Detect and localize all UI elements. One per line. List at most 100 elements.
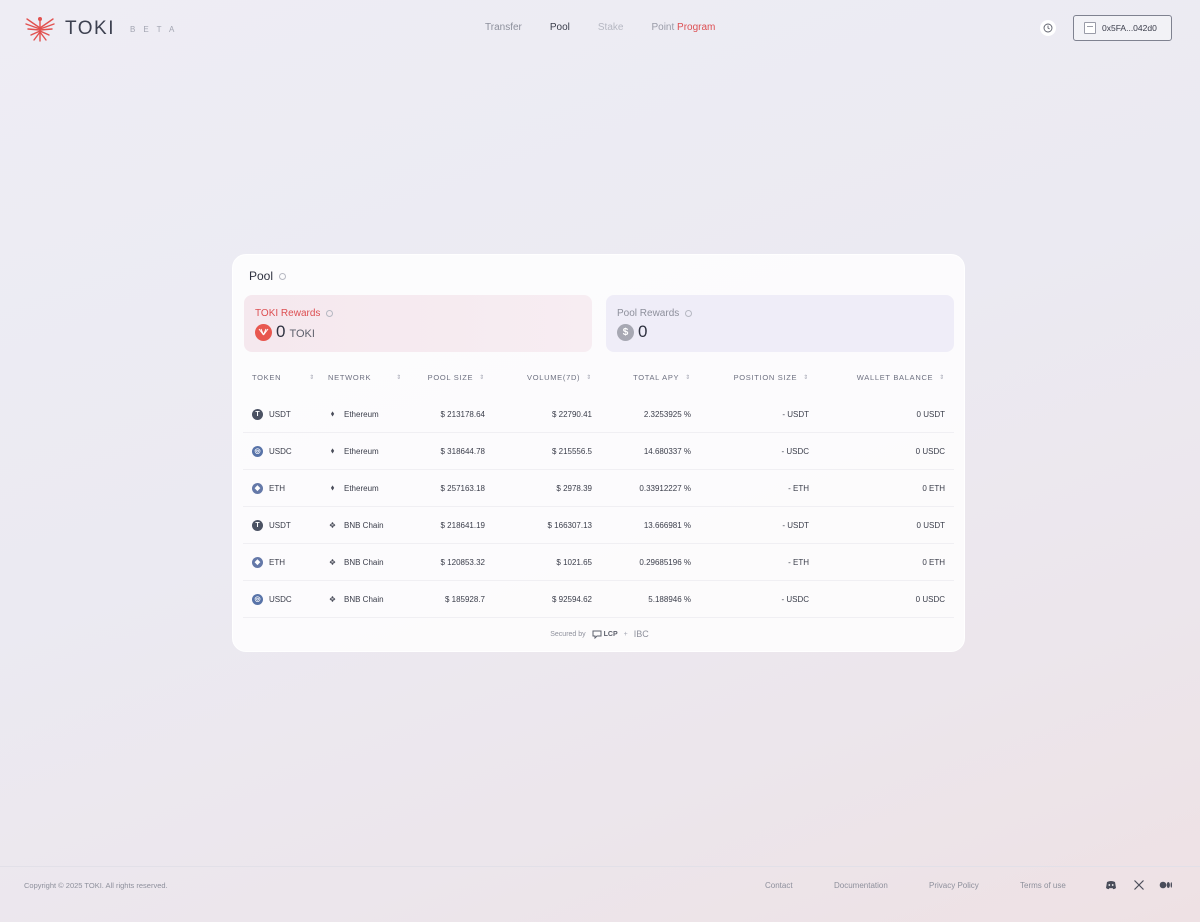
toki-rewards-label-text: TOKI Rewards <box>255 308 321 319</box>
cell-network: ⬧ Ethereum <box>319 446 411 456</box>
cell-token: ◆ ETH <box>243 556 319 568</box>
token-symbol: USDC <box>269 594 292 604</box>
pool-rewards-label: Pool Rewards <box>617 308 693 319</box>
medium-icon[interactable] <box>1159 879 1173 891</box>
cell-apy: 5.188946 % <box>648 594 691 604</box>
pool-rewards-amount: 0 <box>638 322 648 341</box>
token-symbol: USDC <box>269 446 292 456</box>
cell-wallet-balance: 0 USDT <box>916 520 945 530</box>
footer-link-contact[interactable]: Contact <box>765 881 793 890</box>
column-label: WALLET BALANCE <box>856 373 934 382</box>
cell-volume: $ 92594.62 <box>551 594 592 604</box>
toki-coin-icon <box>255 323 272 341</box>
column-header-volume[interactable]: VOLUME(7D) ⇕ <box>485 373 592 382</box>
history-button[interactable] <box>1040 20 1056 36</box>
token-symbol: USDT <box>269 409 291 419</box>
table-row[interactable]: ◎ USDC ⬧ Ethereum $ 318644.78 $ 215556.5… <box>243 433 954 470</box>
column-header-position-size[interactable]: POSITION SIZE ⇕ <box>691 373 809 382</box>
info-icon[interactable] <box>685 310 693 317</box>
usdc-token-icon: ◎ <box>252 593 263 605</box>
info-icon[interactable] <box>326 310 334 317</box>
cell-volume: $ 166307.13 <box>547 520 593 530</box>
toki-rewards-label: TOKI Rewards <box>255 308 334 319</box>
cell-volume: $ 22790.41 <box>551 409 592 419</box>
cell-volume: $ 1021.65 <box>556 557 592 567</box>
column-header-pool-size[interactable]: POOL SIZE ⇕ <box>411 373 485 382</box>
cell-network: ❖ BNB Chain <box>319 595 411 604</box>
cell-network: ⬧ Ethereum <box>319 409 411 419</box>
plus-sign: + <box>623 630 628 638</box>
column-label: NETWORK <box>328 373 372 382</box>
info-icon[interactable] <box>279 272 287 280</box>
network-name: Ethereum <box>344 409 379 419</box>
ethereum-icon: ⬧ <box>330 409 335 418</box>
copyright-text: Copyright © 2025 TOKI. All rights reserv… <box>24 881 168 890</box>
discord-icon[interactable] <box>1105 879 1117 891</box>
table-row[interactable]: T USDT ❖ BNB Chain $ 218641.19 $ 166307.… <box>243 507 954 544</box>
nav-stake[interactable]: Stake <box>598 22 624 33</box>
cell-wallet-balance: 0 USDT <box>916 409 945 419</box>
wallet-address-button[interactable]: 0x5FA...042d0 <box>1073 15 1172 41</box>
dollar-coin-icon: $ <box>617 323 634 341</box>
cell-apy: 0.29685196 % <box>639 557 691 567</box>
column-label: VOLUME(7D) <box>527 373 581 382</box>
eth-token-icon: ◆ <box>252 482 263 494</box>
secured-by-footer: Secured by LCP + IBC <box>233 629 966 639</box>
pool-rewards-label-text: Pool Rewards <box>617 308 680 319</box>
nav-transfer[interactable]: Transfer <box>485 22 522 33</box>
column-header-network[interactable]: NETWORK ⇕ <box>319 373 411 382</box>
table-row[interactable]: ◎ USDC ❖ BNB Chain $ 185928.7 $ 92594.62… <box>243 581 954 618</box>
pool-rewards-value: $ 0 <box>617 322 647 342</box>
toki-logo[interactable]: TOKI BETA <box>24 16 182 42</box>
wallet-avatar-icon <box>1084 22 1096 34</box>
cell-apy: 14.680337 % <box>643 446 691 456</box>
column-label: TOKEN <box>252 373 282 382</box>
network-name: Ethereum <box>344 446 379 456</box>
cell-pool-size: $ 318644.78 <box>440 446 486 456</box>
nav-point-program[interactable]: Point Program <box>651 22 715 33</box>
usdt-token-icon: T <box>252 408 263 420</box>
cell-pool-size: $ 257163.18 <box>440 483 486 493</box>
ibc-label: IBC <box>633 629 649 639</box>
table-row[interactable]: ◆ ETH ❖ BNB Chain $ 120853.32 $ 1021.65 … <box>243 544 954 581</box>
cell-position-size: - USDC <box>781 446 809 456</box>
cell-position-size: - ETH <box>788 557 809 567</box>
main-nav: Transfer Pool Stake Point Program <box>485 22 743 33</box>
bnb-chain-icon: ❖ <box>328 520 337 530</box>
cell-wallet-balance: 0 USDC <box>915 594 945 604</box>
network-name: BNB Chain <box>344 557 384 567</box>
token-symbol: USDT <box>269 520 291 530</box>
cell-pool-size: $ 213178.64 <box>440 409 486 419</box>
cell-token: ◎ USDC <box>243 445 319 457</box>
secured-by-label: Secured by <box>550 630 586 638</box>
table-header: TOKEN ⇕ NETWORK ⇕ POOL SIZE ⇕ VOLUME(7D) ⇕ T… <box>243 359 954 396</box>
page-footer: Copyright © 2025 TOKI. All rights reserv… <box>0 866 1200 922</box>
footer-link-terms[interactable]: Terms of use <box>1020 881 1066 890</box>
column-header-total-apy[interactable]: TOTAL APY ⇕ <box>592 373 691 382</box>
bnb-chain-icon: ❖ <box>328 594 337 604</box>
column-label: TOTAL APY <box>633 373 680 382</box>
network-name: Ethereum <box>344 483 379 493</box>
cell-network: ❖ BNB Chain <box>319 521 411 530</box>
column-header-wallet-balance[interactable]: WALLET BALANCE ⇕ <box>809 373 945 382</box>
table-row[interactable]: ◆ ETH ⬧ Ethereum $ 257163.18 $ 2978.39 0… <box>243 470 954 507</box>
table-row[interactable]: T USDT ⬧ Ethereum $ 213178.64 $ 22790.41… <box>243 396 954 433</box>
footer-link-privacy[interactable]: Privacy Policy <box>929 881 979 890</box>
pool-card: Pool TOKI Rewards 0 TOKI Pool Rewards $ … <box>232 254 965 652</box>
cell-pool-size: $ 185928.7 <box>444 594 485 604</box>
cell-position-size: - USDT <box>782 520 809 530</box>
network-name: BNB Chain <box>344 594 384 604</box>
toki-rewards-box: TOKI Rewards 0 TOKI <box>244 295 592 352</box>
cell-network: ⬧ Ethereum <box>319 483 411 493</box>
column-header-token[interactable]: TOKEN ⇕ <box>243 373 319 382</box>
nav-pool[interactable]: Pool <box>550 22 570 33</box>
toki-bird-logo-icon <box>25 17 55 42</box>
footer-link-documentation[interactable]: Documentation <box>834 881 888 890</box>
cell-apy: 13.666981 % <box>643 520 691 530</box>
cell-position-size: - USDT <box>782 409 809 419</box>
x-twitter-icon[interactable] <box>1133 879 1145 891</box>
beta-badge: BETA <box>130 24 183 34</box>
usdt-token-icon: T <box>252 519 263 531</box>
clock-icon <box>1043 23 1053 33</box>
column-label: POOL SIZE <box>427 373 474 382</box>
